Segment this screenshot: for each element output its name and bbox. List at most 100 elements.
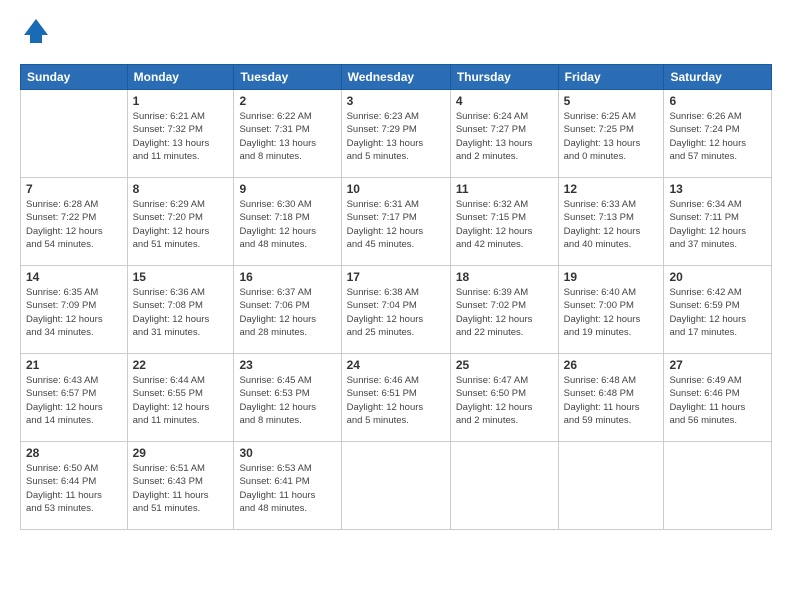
calendar-cell: 22 Sunrise: 6:44 AM Sunset: 6:55 PM Dayli… bbox=[127, 354, 234, 442]
day-info: Sunrise: 6:48 AM Sunset: 6:48 PM Dayligh… bbox=[564, 374, 659, 427]
calendar-cell: 28Sunrise: 6:50 AM Sunset: 6:44 PM Dayli… bbox=[21, 442, 128, 530]
day-number: 15 bbox=[133, 270, 229, 284]
calendar-cell: 8 Sunrise: 6:29 AM Sunset: 7:20 PM Daylig… bbox=[127, 178, 234, 266]
day-number: 18 bbox=[456, 270, 553, 284]
calendar-cell: 17 Sunrise: 6:38 AM Sunset: 7:04 PM Dayli… bbox=[341, 266, 450, 354]
day-info: Sunrise: 6:44 AM Sunset: 6:55 PM Dayligh… bbox=[133, 374, 229, 427]
calendar-cell: 12 Sunrise: 6:33 AM Sunset: 7:13 PM Dayli… bbox=[558, 178, 664, 266]
calendar-cell: 5Sunrise: 6:25 AM Sunset: 7:25 PM Daylig… bbox=[558, 90, 664, 178]
day-number: 7 bbox=[26, 182, 122, 196]
day-info: Sunrise: 6:31 AM Sunset: 7:17 PM Dayligh… bbox=[347, 198, 445, 251]
day-number: 20 bbox=[669, 270, 766, 284]
day-number: 30 bbox=[239, 446, 335, 460]
day-number: 8 bbox=[133, 182, 229, 196]
day-info: Sunrise: 6:30 AM Sunset: 7:18 PM Dayligh… bbox=[239, 198, 335, 251]
day-number: 13 bbox=[669, 182, 766, 196]
calendar-cell: 23 Sunrise: 6:45 AM Sunset: 6:53 PM Dayli… bbox=[234, 354, 341, 442]
day-number: 3 bbox=[347, 94, 445, 108]
calendar-cell: 26 Sunrise: 6:48 AM Sunset: 6:48 PM Dayli… bbox=[558, 354, 664, 442]
calendar-cell: 7 Sunrise: 6:28 AM Sunset: 7:22 PM Daylig… bbox=[21, 178, 128, 266]
day-number: 21 bbox=[26, 358, 122, 372]
day-number: 29 bbox=[133, 446, 229, 460]
day-number: 10 bbox=[347, 182, 445, 196]
calendar-cell bbox=[450, 442, 558, 530]
calendar-cell: 1 Sunrise: 6:21 AM Sunset: 7:32 PM Daylig… bbox=[127, 90, 234, 178]
calendar-cell bbox=[664, 442, 772, 530]
day-info: Sunrise: 6:33 AM Sunset: 7:13 PM Dayligh… bbox=[564, 198, 659, 251]
calendar-cell: 18 Sunrise: 6:39 AM Sunset: 7:02 PM Dayli… bbox=[450, 266, 558, 354]
day-info: Sunrise: 6:53 AM Sunset: 6:41 PM Dayligh… bbox=[239, 462, 335, 515]
day-number: 16 bbox=[239, 270, 335, 284]
day-number: 4 bbox=[456, 94, 553, 108]
calendar-cell: 10 Sunrise: 6:31 AM Sunset: 7:17 PM Dayli… bbox=[341, 178, 450, 266]
calendar-week-row: 7 Sunrise: 6:28 AM Sunset: 7:22 PM Daylig… bbox=[21, 178, 772, 266]
day-number: 19 bbox=[564, 270, 659, 284]
day-number: 25 bbox=[456, 358, 553, 372]
calendar-cell: 16 Sunrise: 6:37 AM Sunset: 7:06 PM Dayli… bbox=[234, 266, 341, 354]
day-info: Sunrise: 6:49 AM Sunset: 6:46 PM Dayligh… bbox=[669, 374, 766, 427]
calendar-cell bbox=[21, 90, 128, 178]
calendar-cell bbox=[341, 442, 450, 530]
day-info: Sunrise: 6:26 AM Sunset: 7:24 PM Dayligh… bbox=[669, 110, 766, 163]
day-number: 17 bbox=[347, 270, 445, 284]
day-number: 27 bbox=[669, 358, 766, 372]
calendar-cell: 29 Sunrise: 6:51 AM Sunset: 6:43 PM Dayli… bbox=[127, 442, 234, 530]
weekday-header-friday: Friday bbox=[558, 65, 664, 90]
day-number: 1 bbox=[133, 94, 229, 108]
day-number: 11 bbox=[456, 182, 553, 196]
logo bbox=[20, 15, 52, 52]
day-info: Sunrise: 6:42 AM Sunset: 6:59 PM Dayligh… bbox=[669, 286, 766, 339]
day-info: Sunrise: 6:38 AM Sunset: 7:04 PM Dayligh… bbox=[347, 286, 445, 339]
day-info: Sunrise: 6:21 AM Sunset: 7:32 PM Dayligh… bbox=[133, 110, 229, 163]
day-info: Sunrise: 6:34 AM Sunset: 7:11 PM Dayligh… bbox=[669, 198, 766, 251]
day-number: 14 bbox=[26, 270, 122, 284]
day-info: Sunrise: 6:37 AM Sunset: 7:06 PM Dayligh… bbox=[239, 286, 335, 339]
weekday-header-saturday: Saturday bbox=[664, 65, 772, 90]
day-info: Sunrise: 6:28 AM Sunset: 7:22 PM Dayligh… bbox=[26, 198, 122, 251]
calendar-cell: 19 Sunrise: 6:40 AM Sunset: 7:00 PM Dayli… bbox=[558, 266, 664, 354]
calendar-week-row: 28Sunrise: 6:50 AM Sunset: 6:44 PM Dayli… bbox=[21, 442, 772, 530]
calendar-week-row: 1 Sunrise: 6:21 AM Sunset: 7:32 PM Daylig… bbox=[21, 90, 772, 178]
weekday-header-sunday: Sunday bbox=[21, 65, 128, 90]
calendar-cell: 2 Sunrise: 6:22 AM Sunset: 7:31 PM Daylig… bbox=[234, 90, 341, 178]
calendar-cell: 3 Sunrise: 6:23 AM Sunset: 7:29 PM Daylig… bbox=[341, 90, 450, 178]
calendar-cell: 24Sunrise: 6:46 AM Sunset: 6:51 PM Dayli… bbox=[341, 354, 450, 442]
calendar-cell: 6Sunrise: 6:26 AM Sunset: 7:24 PM Daylig… bbox=[664, 90, 772, 178]
day-info: Sunrise: 6:36 AM Sunset: 7:08 PM Dayligh… bbox=[133, 286, 229, 339]
day-info: Sunrise: 6:51 AM Sunset: 6:43 PM Dayligh… bbox=[133, 462, 229, 515]
calendar-cell: 11 Sunrise: 6:32 AM Sunset: 7:15 PM Dayli… bbox=[450, 178, 558, 266]
calendar-cell bbox=[558, 442, 664, 530]
weekday-header-monday: Monday bbox=[127, 65, 234, 90]
day-info: Sunrise: 6:47 AM Sunset: 6:50 PM Dayligh… bbox=[456, 374, 553, 427]
calendar-cell: 14 Sunrise: 6:35 AM Sunset: 7:09 PM Dayli… bbox=[21, 266, 128, 354]
calendar-cell: 13 Sunrise: 6:34 AM Sunset: 7:11 PM Dayli… bbox=[664, 178, 772, 266]
logo-icon bbox=[20, 15, 52, 47]
day-number: 28 bbox=[26, 446, 122, 460]
day-info: Sunrise: 6:35 AM Sunset: 7:09 PM Dayligh… bbox=[26, 286, 122, 339]
calendar-cell: 27 Sunrise: 6:49 AM Sunset: 6:46 PM Dayli… bbox=[664, 354, 772, 442]
calendar-table: SundayMondayTuesdayWednesdayThursdayFrid… bbox=[20, 64, 772, 530]
day-info: Sunrise: 6:40 AM Sunset: 7:00 PM Dayligh… bbox=[564, 286, 659, 339]
day-info: Sunrise: 6:22 AM Sunset: 7:31 PM Dayligh… bbox=[239, 110, 335, 163]
day-info: Sunrise: 6:24 AM Sunset: 7:27 PM Dayligh… bbox=[456, 110, 553, 163]
weekday-header-row: SundayMondayTuesdayWednesdayThursdayFrid… bbox=[21, 65, 772, 90]
day-info: Sunrise: 6:29 AM Sunset: 7:20 PM Dayligh… bbox=[133, 198, 229, 251]
day-number: 12 bbox=[564, 182, 659, 196]
day-info: Sunrise: 6:23 AM Sunset: 7:29 PM Dayligh… bbox=[347, 110, 445, 163]
weekday-header-tuesday: Tuesday bbox=[234, 65, 341, 90]
day-number: 22 bbox=[133, 358, 229, 372]
day-info: Sunrise: 6:39 AM Sunset: 7:02 PM Dayligh… bbox=[456, 286, 553, 339]
calendar-cell: 20 Sunrise: 6:42 AM Sunset: 6:59 PM Dayli… bbox=[664, 266, 772, 354]
day-info: Sunrise: 6:45 AM Sunset: 6:53 PM Dayligh… bbox=[239, 374, 335, 427]
calendar-week-row: 14 Sunrise: 6:35 AM Sunset: 7:09 PM Dayli… bbox=[21, 266, 772, 354]
day-number: 26 bbox=[564, 358, 659, 372]
day-number: 5 bbox=[564, 94, 659, 108]
day-number: 23 bbox=[239, 358, 335, 372]
calendar-cell: 30 Sunrise: 6:53 AM Sunset: 6:41 PM Dayli… bbox=[234, 442, 341, 530]
day-info: Sunrise: 6:32 AM Sunset: 7:15 PM Dayligh… bbox=[456, 198, 553, 251]
weekday-header-thursday: Thursday bbox=[450, 65, 558, 90]
calendar-cell: 21 Sunrise: 6:43 AM Sunset: 6:57 PM Dayli… bbox=[21, 354, 128, 442]
day-number: 2 bbox=[239, 94, 335, 108]
weekday-header-wednesday: Wednesday bbox=[341, 65, 450, 90]
day-info: Sunrise: 6:43 AM Sunset: 6:57 PM Dayligh… bbox=[26, 374, 122, 427]
